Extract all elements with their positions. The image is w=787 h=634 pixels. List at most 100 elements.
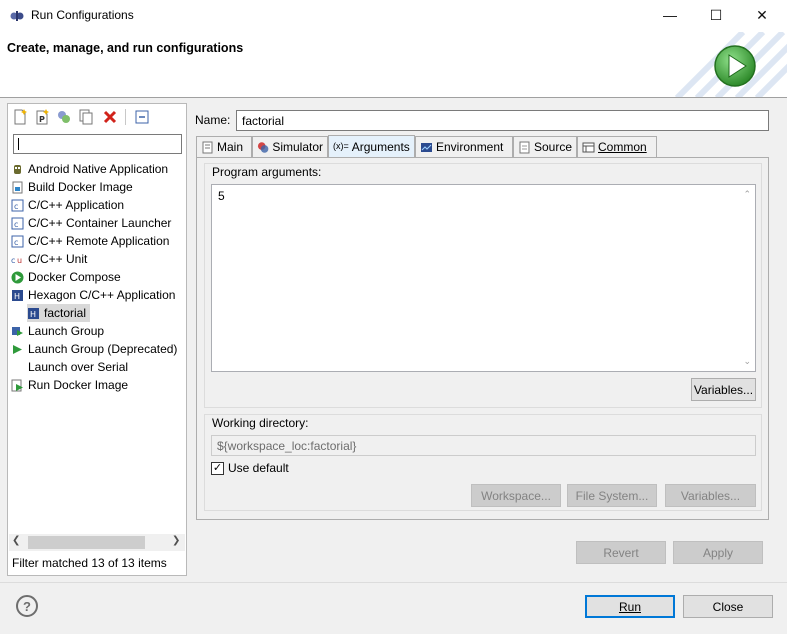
environment-tab-icon	[421, 142, 432, 152]
tree-item-cpp-application[interactable]: c C/C++ Application	[11, 196, 124, 214]
svg-text:u: u	[17, 256, 22, 265]
tree-item-label: Hexagon C/C++ Application	[28, 288, 176, 302]
svg-text:c: c	[11, 256, 15, 265]
main-tab-icon	[202, 141, 213, 153]
scroll-left-icon[interactable]: ❮	[12, 535, 20, 546]
tree-item-label: C/C++ Application	[28, 198, 125, 212]
hexagon-icon: H	[12, 289, 23, 301]
program-arguments-group: Program arguments: 5 ⌃ ⌄ Variables...	[204, 163, 762, 408]
filter-input[interactable]	[13, 134, 182, 154]
tree-item-label: C/C++ Unit	[28, 252, 88, 266]
tree-item-run-docker-image[interactable]: Run Docker Image	[11, 376, 128, 394]
revert-button[interactable]: Revert	[576, 541, 666, 564]
text-cursor	[18, 138, 19, 150]
c-unit-icon: cu	[11, 256, 22, 265]
scroll-right-icon[interactable]: ❯	[172, 535, 180, 546]
close-button[interactable]: Close	[683, 595, 773, 618]
svg-text:c: c	[14, 220, 18, 229]
new-launch-configuration-icon[interactable]	[12, 109, 28, 125]
tree-item-docker-compose[interactable]: Docker Compose	[11, 268, 121, 286]
tree-item-label: factorial	[44, 306, 87, 320]
use-default-checkbox[interactable]: ✓	[211, 461, 224, 475]
configuration-tree-panel: P Android Native Application Build Docke…	[7, 103, 187, 576]
run-button[interactable]: Run	[585, 595, 675, 618]
tree-item-android-native-application[interactable]: Android Native Application	[11, 160, 168, 178]
close-window-button[interactable]: ✕	[739, 0, 785, 30]
delete-icon[interactable]	[102, 109, 118, 125]
collapse-all-icon[interactable]	[134, 109, 150, 125]
c-app-icon: c	[11, 199, 24, 211]
workspace-button[interactable]: Workspace...	[471, 484, 561, 507]
svg-text:P: P	[39, 115, 45, 124]
source-tab-icon	[519, 141, 530, 153]
tab-main[interactable]: Main	[196, 136, 252, 157]
launch-group-deprecated-icon	[13, 344, 22, 354]
svg-text:H: H	[14, 292, 20, 301]
hexagon-config-icon: H	[28, 307, 39, 319]
tree-item-label: C/C++ Remote Application	[28, 234, 170, 248]
use-default-checkbox-row[interactable]: ✓ Use default	[211, 461, 289, 475]
run-large-icon	[714, 45, 756, 87]
scroll-up-icon[interactable]: ⌃	[743, 189, 751, 200]
tree-item-label: Launch Group	[28, 324, 105, 338]
c-remote-icon: c	[11, 235, 24, 247]
banner-title: Create, manage, and run configurations	[7, 41, 244, 55]
tab-environment[interactable]: Environment	[415, 136, 513, 157]
variables-working-dir-button[interactable]: Variables...	[665, 484, 756, 507]
new-prototype-icon[interactable]: P	[34, 109, 50, 125]
tree-item-launch-group[interactable]: Launch Group	[11, 322, 104, 340]
export-icon[interactable]	[56, 109, 72, 125]
arguments-tab-icon: (x)=	[333, 141, 349, 151]
scroll-down-icon[interactable]: ⌄	[743, 356, 751, 367]
apply-button[interactable]: Apply	[673, 541, 763, 564]
name-label: Name:	[195, 113, 231, 127]
window-title: Run Configurations	[31, 8, 134, 22]
variables-button[interactable]: Variables...	[691, 378, 756, 401]
toolbar-separator	[125, 109, 126, 125]
footer-divider	[0, 582, 787, 583]
common-tab-icon	[582, 142, 595, 152]
file-system-button[interactable]: File System...	[567, 484, 657, 507]
working-directory-label: Working directory:	[212, 416, 309, 430]
program-arguments-textarea[interactable]: 5 ⌃ ⌄	[211, 184, 756, 372]
tree-item-launch-over-serial[interactable]: Launch over Serial	[11, 358, 128, 376]
tree-item-cpp-container-launcher[interactable]: c C/C++ Container Launcher	[11, 214, 171, 232]
svg-text:c: c	[14, 238, 18, 247]
c-container-icon: c	[11, 217, 24, 229]
tab-common[interactable]: Common	[577, 136, 657, 157]
working-directory-input[interactable]: ${workspace_loc:factorial}	[211, 435, 756, 456]
duplicate-icon[interactable]	[78, 109, 94, 125]
launch-group-icon	[12, 326, 23, 336]
maximize-button[interactable]: ☐	[693, 0, 739, 30]
tree-item-label: Launch over Serial	[28, 360, 129, 374]
tree-item-label: C/C++ Container Launcher	[28, 216, 172, 230]
tree-item-launch-group-deprecated[interactable]: Launch Group (Deprecated)	[11, 340, 177, 358]
tree-item-factorial[interactable]: H factorial	[27, 304, 91, 322]
minimize-button[interactable]: —	[647, 0, 693, 30]
android-icon	[14, 164, 21, 174]
svg-text:c: c	[14, 202, 18, 211]
docker-compose-icon	[11, 271, 24, 283]
tree-item-cpp-unit[interactable]: cu C/C++ Unit	[11, 250, 87, 268]
docker-build-icon	[12, 181, 23, 193]
arguments-tab-panel: Program arguments: 5 ⌃ ⌄ Variables... Wo…	[196, 157, 769, 520]
configuration-name-input[interactable]: factorial	[236, 110, 769, 131]
tab-arguments[interactable]: (x)= Arguments	[328, 135, 415, 157]
run-configurations-app-icon	[10, 11, 24, 21]
title-bar: Run Configurations — ☐ ✕	[0, 0, 787, 32]
tree-item-label: Android Native Application	[28, 162, 169, 176]
program-arguments-label: Program arguments:	[212, 165, 322, 179]
tree-item-cpp-remote-application[interactable]: c C/C++ Remote Application	[11, 232, 169, 250]
tree-item-label: Build Docker Image	[28, 180, 133, 194]
help-icon[interactable]: ?	[16, 595, 38, 617]
tree-item-build-docker-image[interactable]: Build Docker Image	[11, 178, 133, 196]
tree-toolbar: P	[8, 104, 186, 130]
tab-simulator[interactable]: Simulator	[252, 136, 328, 157]
tab-source[interactable]: Source	[513, 136, 577, 157]
filter-status: Filter matched 13 of 13 items	[12, 556, 167, 570]
simulator-tab-icon	[257, 141, 269, 153]
program-arguments-value: 5	[218, 189, 225, 203]
scrollbar-thumb[interactable]	[28, 536, 145, 549]
tree-item-hexagon-cpp-application[interactable]: H Hexagon C/C++ Application	[11, 286, 175, 304]
horizontal-scrollbar[interactable]: ❮ ❯	[9, 534, 185, 551]
